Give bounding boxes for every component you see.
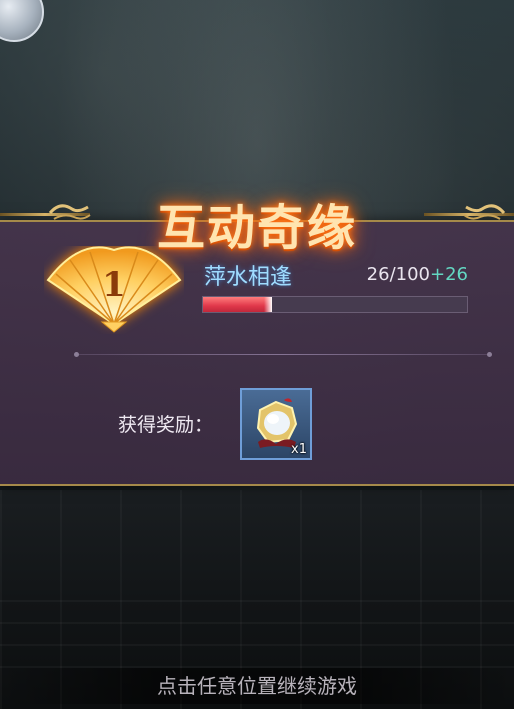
divider-dot-left: [74, 352, 79, 357]
fan-rank-number: 1: [102, 265, 126, 305]
progress-gain: +26: [430, 264, 468, 285]
progress-bar: [202, 296, 468, 313]
section-divider: [74, 352, 492, 357]
reward-label: 获得奖励：: [118, 414, 214, 436]
progress-total: 100: [395, 264, 430, 285]
progress-text: 26/100+26: [367, 264, 468, 285]
fan-rank-icon: 1: [46, 246, 182, 333]
divider-dot-right: [487, 352, 492, 357]
quest-name: 萍水相逢: [204, 265, 293, 290]
background-steps: [0, 600, 514, 670]
reward-item-slot[interactable]: x1: [240, 388, 312, 460]
progress-current: 26: [366, 264, 390, 285]
reward-quantity: x1: [291, 442, 307, 457]
progress-bar-fill: [203, 297, 272, 312]
continue-hint[interactable]: 点击任意位置继续游戏: [0, 668, 514, 704]
